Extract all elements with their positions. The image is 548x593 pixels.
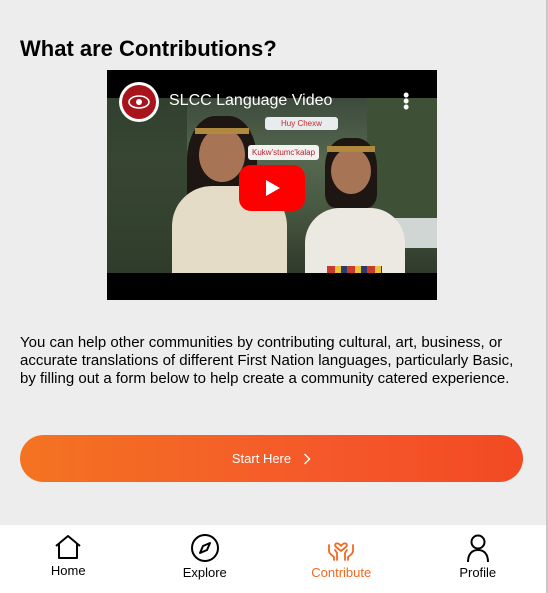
more-options-icon[interactable]: • • • xyxy=(403,86,409,116)
caption-label: Huy Chexw xyxy=(265,117,338,130)
video-title[interactable]: SLCC Language Video xyxy=(169,92,332,110)
channel-avatar[interactable] xyxy=(119,82,159,122)
tab-label: Profile xyxy=(459,565,497,580)
tab-explore[interactable]: Explore xyxy=(137,525,274,593)
caption-label: Kukw'stumc'kalap xyxy=(248,145,320,160)
tab-contribute[interactable]: Contribute xyxy=(273,525,410,593)
tab-label: Contribute xyxy=(311,565,372,580)
start-here-label: Start Here xyxy=(231,451,292,466)
play-button[interactable] xyxy=(239,165,305,211)
contributions-description: You can help other communities by contri… xyxy=(20,334,514,387)
compass-icon xyxy=(190,534,219,562)
tab-home[interactable]: Home xyxy=(0,525,137,593)
person-icon xyxy=(466,534,489,563)
channel-logo-icon xyxy=(128,95,150,109)
start-here-button[interactable]: Start Here xyxy=(20,435,523,482)
tab-label: Home xyxy=(50,563,86,578)
heart-hands-icon xyxy=(328,542,355,561)
chevron-right-icon xyxy=(304,453,311,464)
bottom-tab-bar: Home Explore Contribute Profile xyxy=(0,525,546,593)
video-player[interactable]: SLCC Language Video • • • Huy Chexw Kukw's… xyxy=(107,70,437,300)
tab-label: Explore xyxy=(182,565,227,580)
play-icon xyxy=(266,180,280,196)
tab-profile[interactable]: Profile xyxy=(410,525,547,593)
home-icon xyxy=(55,535,81,559)
page-title: What are Contributions? xyxy=(20,36,277,61)
